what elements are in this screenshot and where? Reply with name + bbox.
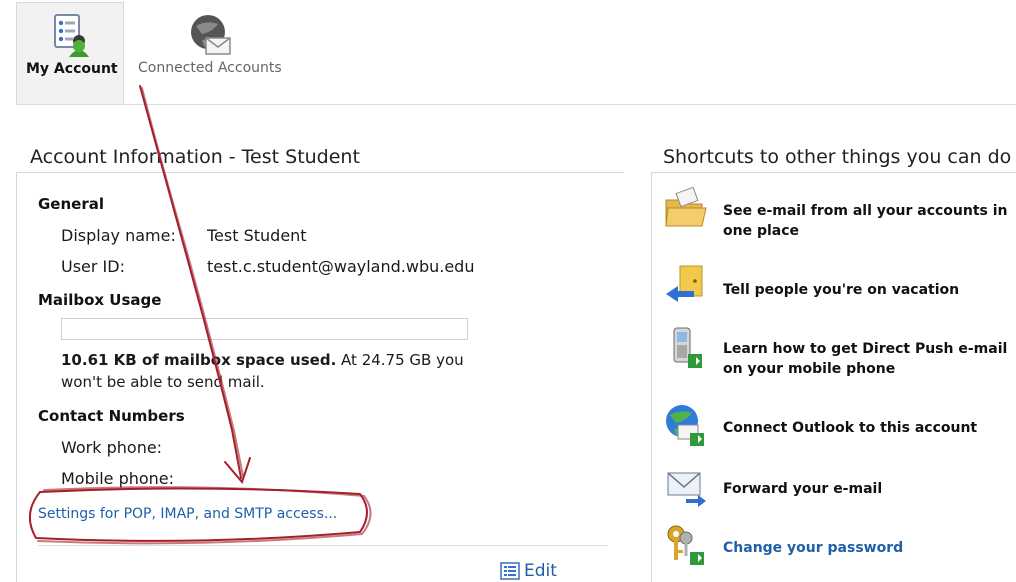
account-info-title: Account Information - Test Student (30, 146, 360, 168)
toolbar-divider (16, 104, 1016, 105)
edit-button-label: Edit (524, 561, 557, 581)
mailbox-usage-bar (61, 318, 468, 340)
shortcut-direct-push-label: Learn how to get Direct Push e-mail on y… (723, 341, 1008, 377)
mailbox-usage-heading: Mailbox Usage (38, 291, 162, 309)
work-phone-label: Work phone: (61, 438, 163, 457)
general-heading: General (38, 195, 104, 213)
tab-connected-accounts-label: Connected Accounts (138, 60, 282, 76)
shortcut-forward-email-label: Forward your e-mail (723, 481, 883, 497)
account-panel-divider (38, 545, 608, 546)
keys-icon (667, 525, 704, 565)
shortcut-see-all-email-label: See e-mail from all your accounts in one… (723, 203, 1008, 239)
shortcut-see-all-email[interactable]: See e-mail from all your accounts in one… (664, 186, 1014, 239)
globe-connect-icon (666, 405, 704, 446)
user-id-value: test.c.student@wayland.wbu.edu (207, 257, 475, 276)
shortcuts-title: Shortcuts to other things you can do (663, 146, 1012, 168)
contact-numbers-heading: Contact Numbers (38, 407, 185, 425)
shortcut-direct-push[interactable]: Learn how to get Direct Push e-mail on y… (664, 326, 1014, 377)
globe-envelope-icon (191, 15, 231, 55)
shortcut-vacation-label: Tell people you're on vacation (723, 282, 960, 298)
mobile-phone-label: Mobile phone: (61, 469, 175, 488)
folder-mail-icon (665, 186, 707, 227)
pop-imap-smtp-settings-link[interactable]: Settings for POP, IMAP, and SMTP access.… (38, 506, 337, 522)
edit-list-icon (500, 562, 520, 580)
display-name-label: Display name: (61, 226, 176, 245)
display-name-value: Test Student (207, 226, 307, 245)
mailbox-usage-text: 10.61 KB of mailbox space used. At 24.75… (61, 349, 481, 393)
user-id-label: User ID: (61, 257, 125, 276)
shortcut-vacation[interactable]: Tell people you're on vacation (664, 264, 1014, 314)
mailbox-used-amount: 10.61 KB of mailbox space used. (61, 351, 337, 369)
edit-button[interactable]: Edit (500, 560, 557, 582)
mobile-phone-icon (673, 327, 702, 368)
my-account-icon (54, 14, 89, 57)
shortcut-change-password-label: Change your password (723, 540, 904, 556)
tab-my-account-label: My Account (26, 61, 118, 77)
shortcut-change-password[interactable]: Change your password (664, 522, 1014, 572)
forward-mail-icon (667, 472, 706, 507)
tab-connected-accounts[interactable]: Connected Accounts (134, 2, 294, 102)
out-of-office-icon (666, 265, 703, 302)
shortcut-forward-email[interactable]: Forward your e-mail (664, 465, 1014, 515)
tab-my-account[interactable]: My Account (16, 2, 124, 104)
shortcut-connect-outlook-label: Connect Outlook to this account (723, 420, 978, 436)
shortcut-connect-outlook[interactable]: Connect Outlook to this account (664, 403, 1014, 453)
